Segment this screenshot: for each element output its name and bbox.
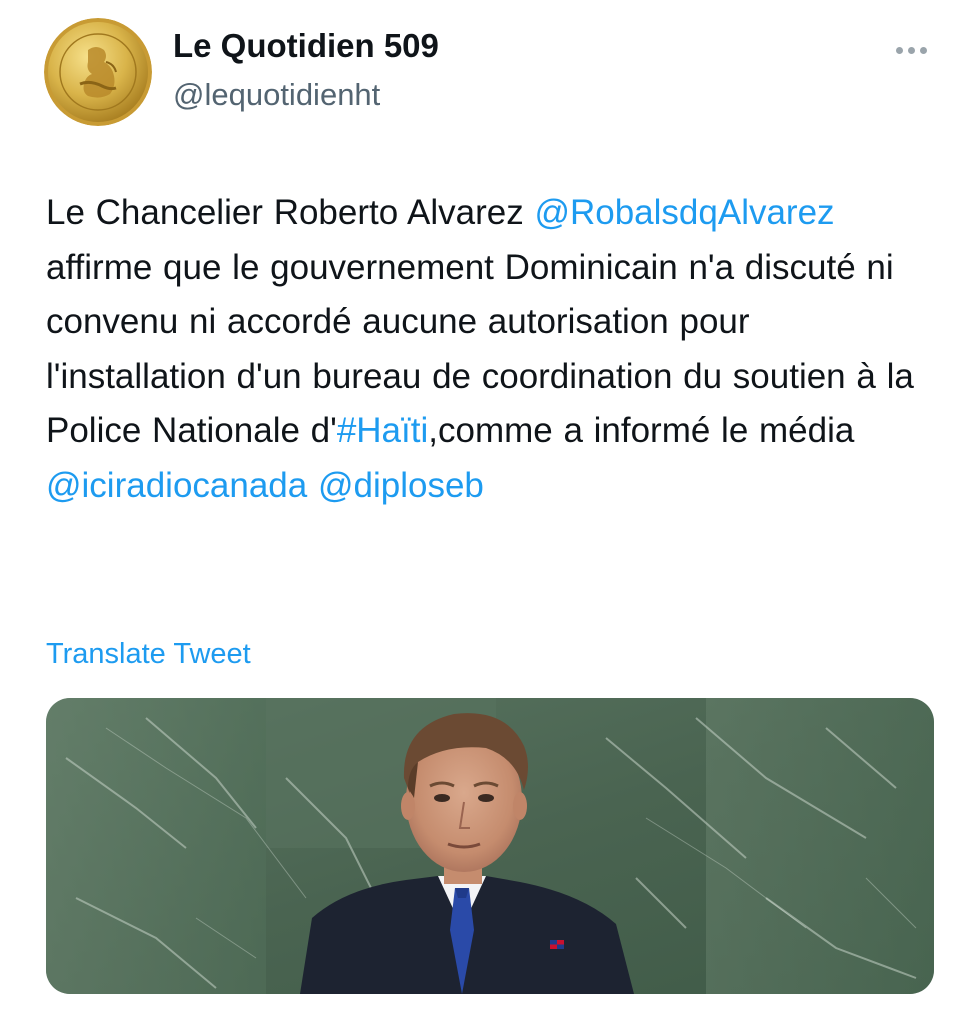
more-options-icon xyxy=(907,46,915,54)
speaker-at-podium-photo xyxy=(46,698,934,994)
translate-tweet-link[interactable]: Translate Tweet xyxy=(46,636,251,672)
more-options-button[interactable] xyxy=(888,30,934,70)
tweet-text: Le Chancelier Roberto Alvarez @RobalsdqA… xyxy=(46,186,936,514)
tweet-text-segment: Le Chancelier Roberto Alvarez xyxy=(46,193,535,232)
tweet-media-photo[interactable] xyxy=(46,698,934,994)
mention-link[interactable]: @RobalsdqAlvarez xyxy=(534,193,834,232)
mention-link[interactable]: @iciradiocanada xyxy=(46,466,307,505)
user-handle[interactable]: @lequotidienht xyxy=(173,76,380,114)
gold-coin-seal-icon xyxy=(44,18,152,126)
mention-link[interactable]: @diploseb xyxy=(318,466,484,505)
tweet-text-segment xyxy=(307,466,318,505)
more-options-icon xyxy=(895,46,903,54)
tweet-card: Le Quotidien 509 @lequotidienht Le Chanc… xyxy=(0,0,968,1024)
avatar[interactable] xyxy=(44,18,152,126)
tweet-text-segment: ,comme a informé le média xyxy=(428,411,855,451)
display-name[interactable]: Le Quotidien 509 xyxy=(173,26,439,66)
more-options-icon xyxy=(919,46,927,54)
hashtag-link[interactable]: #Haïti xyxy=(337,411,428,450)
